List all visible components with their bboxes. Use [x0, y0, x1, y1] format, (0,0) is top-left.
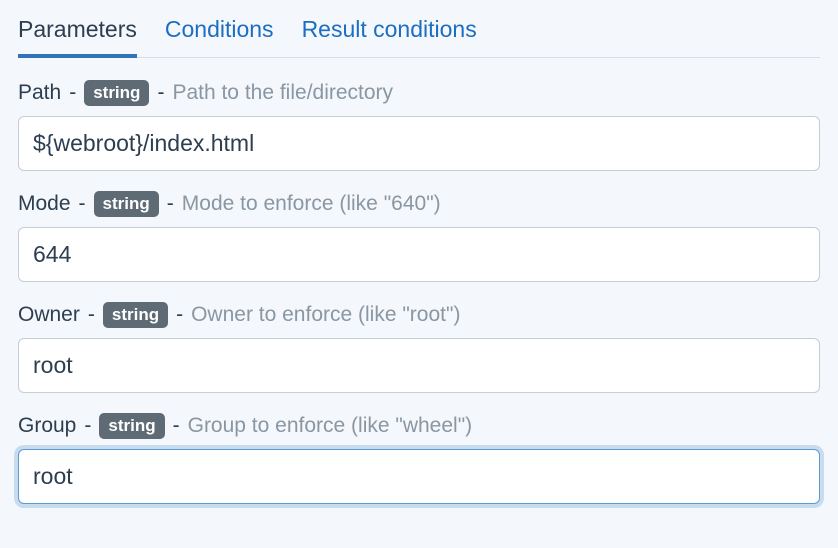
path-input[interactable] — [18, 116, 820, 171]
field-path-type-badge: string — [84, 80, 149, 106]
separator: - — [84, 414, 91, 438]
field-mode-label-row: Mode - string - Mode to enforce (like "6… — [18, 191, 820, 217]
field-path-label-row: Path - string - Path to the file/directo… — [18, 80, 820, 106]
field-group: Group - string - Group to enforce (like … — [18, 413, 820, 504]
separator: - — [176, 303, 183, 327]
mode-input[interactable] — [18, 227, 820, 282]
field-path-description: Path to the file/directory — [172, 81, 393, 105]
separator: - — [167, 192, 174, 216]
field-owner: Owner - string - Owner to enforce (like … — [18, 302, 820, 393]
field-owner-description: Owner to enforce (like "root") — [191, 303, 460, 327]
field-owner-label-row: Owner - string - Owner to enforce (like … — [18, 302, 820, 328]
separator: - — [69, 81, 76, 105]
parameters-form: Path - string - Path to the file/directo… — [18, 58, 820, 504]
tab-parameters[interactable]: Parameters — [18, 16, 137, 57]
separator: - — [79, 192, 86, 216]
tab-conditions[interactable]: Conditions — [165, 16, 274, 57]
field-mode: Mode - string - Mode to enforce (like "6… — [18, 191, 820, 282]
separator: - — [173, 414, 180, 438]
field-group-type-badge: string — [99, 413, 164, 439]
tab-result-conditions[interactable]: Result conditions — [302, 16, 477, 57]
field-mode-description: Mode to enforce (like "640") — [182, 192, 441, 216]
field-path: Path - string - Path to the file/directo… — [18, 80, 820, 171]
field-group-description: Group to enforce (like "wheel") — [188, 414, 473, 438]
separator: - — [88, 303, 95, 327]
tabs-bar: Parameters Conditions Result conditions — [18, 0, 820, 58]
owner-input[interactable] — [18, 338, 820, 393]
field-path-label: Path — [18, 81, 61, 105]
field-owner-type-badge: string — [103, 302, 168, 328]
separator: - — [157, 81, 164, 105]
field-owner-label: Owner — [18, 303, 80, 327]
field-group-label: Group — [18, 414, 76, 438]
group-input[interactable] — [18, 449, 820, 504]
field-mode-label: Mode — [18, 192, 71, 216]
field-mode-type-badge: string — [94, 191, 159, 217]
field-group-label-row: Group - string - Group to enforce (like … — [18, 413, 820, 439]
